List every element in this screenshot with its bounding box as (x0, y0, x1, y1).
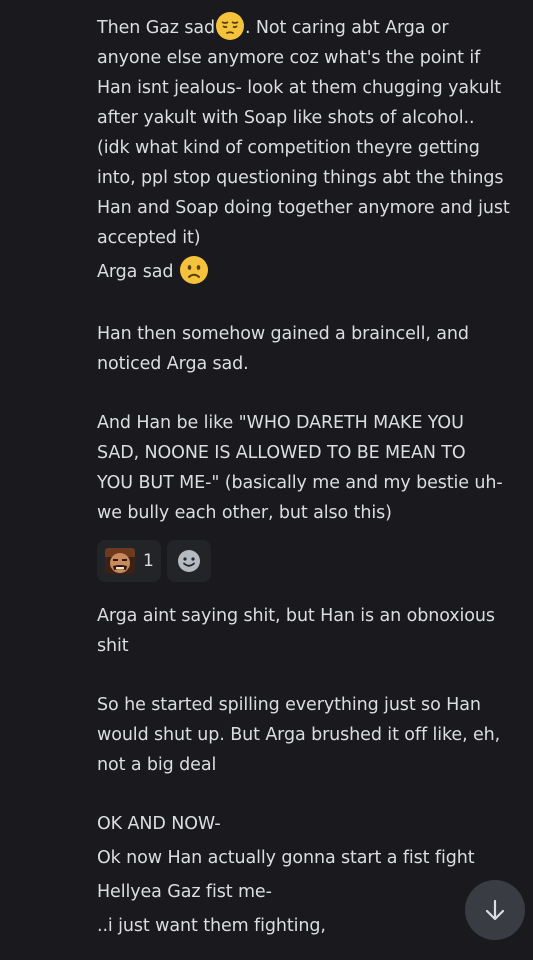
message-block-3: And Han be like "WHO DARETH MAKE YOU SAD… (97, 408, 527, 528)
message-line: we bully each other, but also this) (97, 503, 392, 523)
message-block-5: So he started spilling everything just s… (97, 690, 527, 780)
chat-message-area: Then Gaz sad. Not caring abt Arga or any… (0, 0, 533, 960)
message-line: Hellyea Gaz fist me- (97, 882, 272, 902)
custom-emoji-reaction-icon (105, 548, 135, 574)
message-line: shit (97, 636, 129, 656)
message-line: (idk what kind of competition theyre get… (97, 138, 480, 158)
message-line: accepted it) (97, 228, 201, 248)
message-line: SAD, NOONE IS ALLOWED TO BE MEAN TO (97, 443, 466, 463)
reaction-button[interactable]: 1 (97, 540, 161, 582)
message-line: And Han be like "WHO DARETH MAKE YOU (97, 413, 464, 433)
message-line: Ok now Han actually gonna start a fist f… (97, 848, 475, 868)
message-line: Han then somehow gained a braincell, and (97, 324, 469, 344)
message-block-4: Arga aint saying shit, but Han is an obn… (97, 601, 527, 661)
message-line: noticed Arga sad. (97, 354, 249, 374)
message-line: would shut up. But Arga brushed it off l… (97, 725, 501, 745)
message-block-2: Han then somehow gained a braincell, and… (97, 319, 527, 379)
message-line: Then Gaz sad. Not caring abt Arga or (97, 11, 527, 43)
frowning-face-emoji-icon (179, 255, 209, 285)
message-line: Arga aint saying shit, but Han is an obn… (97, 606, 495, 626)
reactions-row: 1 (97, 540, 211, 584)
message-line: Arga sad (97, 255, 527, 287)
arrow-down-icon (482, 897, 508, 923)
add-reaction-button[interactable] (167, 540, 211, 582)
message-line: into, ppl stop questioning things abt th… (97, 168, 504, 188)
add-reaction-icon (175, 547, 203, 575)
message-line: anyone else anymore coz what's the point… (97, 48, 481, 68)
message-line: Han isnt jealous- look at them chugging … (97, 78, 502, 98)
message-line: OK AND NOW- (97, 814, 221, 834)
jump-to-present-button[interactable] (465, 880, 525, 940)
message-line: after yakult with Soap like shots of alc… (97, 108, 475, 128)
message-line: So he started spilling everything just s… (97, 695, 481, 715)
message-line: not a big deal (97, 755, 217, 775)
reaction-count: 1 (143, 551, 154, 571)
message-block-1: Then Gaz sad. Not caring abt Arga or any… (97, 11, 527, 287)
pensive-face-emoji-icon (215, 11, 245, 41)
message-line: ..i just want them fighting, (97, 916, 326, 936)
message-block-6: OK AND NOW- Ok now Han actually gonna st… (97, 809, 527, 941)
message-line: YOU BUT ME-" (basically me and my bestie… (97, 473, 503, 493)
message-line: Han and Soap doing together anymore and … (97, 198, 510, 218)
